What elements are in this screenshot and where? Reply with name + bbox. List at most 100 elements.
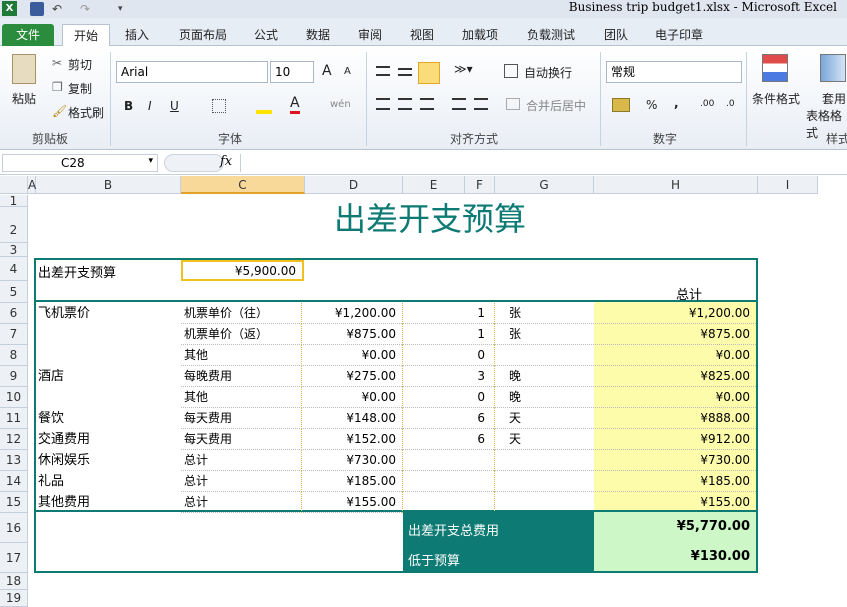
total-cell[interactable]: ¥0.00: [594, 387, 756, 408]
under-budget-value[interactable]: ¥130.00: [594, 549, 756, 564]
tab-review[interactable]: 审阅: [348, 24, 392, 46]
total-cell[interactable]: ¥730.00: [594, 450, 756, 471]
tab-load-test[interactable]: 负载测试: [518, 24, 584, 46]
total-cell[interactable]: ¥875.00: [594, 324, 756, 345]
row-header-2[interactable]: 2: [0, 207, 28, 243]
unit-cell[interactable]: [509, 492, 589, 513]
formula-bar-splitter[interactable]: [164, 154, 224, 172]
unit-price-cell[interactable]: ¥875.00: [305, 324, 403, 345]
save-icon[interactable]: [30, 2, 44, 16]
tab-team[interactable]: 团队: [594, 24, 638, 46]
tab-addins[interactable]: 加载项: [452, 24, 508, 46]
unit-price-cell[interactable]: ¥275.00: [305, 366, 403, 387]
align-center-icon[interactable]: [398, 98, 412, 110]
percent-button[interactable]: %: [646, 98, 657, 112]
unit-cell[interactable]: [509, 345, 589, 366]
italic-button[interactable]: I: [148, 99, 152, 113]
insert-function-icon[interactable]: fx: [220, 154, 232, 169]
paste-button[interactable]: 粘贴: [12, 90, 36, 107]
total-expense-value[interactable]: ¥5,770.00: [594, 519, 756, 534]
accounting-format-icon[interactable]: [612, 98, 630, 112]
unit-cell[interactable]: 张: [509, 303, 589, 324]
increase-indent-icon[interactable]: [474, 98, 488, 110]
unit-cell[interactable]: 晚: [509, 387, 589, 408]
unit-cell[interactable]: [509, 450, 589, 471]
column-header-f[interactable]: F: [465, 176, 495, 194]
unit-cell[interactable]: 天: [509, 429, 589, 450]
redo-icon[interactable]: ↷: [80, 2, 94, 16]
select-all-corner[interactable]: [0, 176, 28, 194]
align-bottom-icon[interactable]: [418, 62, 440, 84]
column-header-h[interactable]: H: [594, 176, 758, 194]
row-header-9[interactable]: 9: [0, 366, 28, 387]
row-header-13[interactable]: 13: [0, 450, 28, 471]
fill-color-icon[interactable]: [256, 98, 272, 114]
format-as-table-line1[interactable]: 套用: [822, 90, 846, 107]
format-painter-button[interactable]: 格式刷: [68, 104, 104, 121]
column-header-a[interactable]: A: [28, 176, 36, 194]
total-cell[interactable]: ¥185.00: [594, 471, 756, 492]
decrease-indent-icon[interactable]: [452, 98, 466, 110]
quantity-cell[interactable]: 3: [465, 366, 495, 387]
unit-cell[interactable]: [509, 471, 589, 492]
underline-button[interactable]: U: [170, 99, 179, 113]
unit-price-cell[interactable]: ¥730.00: [305, 450, 403, 471]
font-size-select[interactable]: 10: [270, 61, 314, 83]
tab-insert[interactable]: 插入: [114, 24, 160, 46]
description-cell[interactable]: 每天费用: [184, 429, 302, 450]
column-header-b[interactable]: B: [36, 176, 181, 194]
align-middle-icon[interactable]: [398, 68, 412, 76]
description-cell[interactable]: 每晚费用: [184, 366, 302, 387]
phonetic-icon[interactable]: wén: [330, 99, 351, 110]
quantity-cell[interactable]: 0: [465, 345, 495, 366]
row-header-3[interactable]: 3: [0, 243, 28, 257]
orientation-icon[interactable]: ≫▾: [454, 62, 473, 76]
row-header-17[interactable]: 17: [0, 543, 28, 573]
quantity-cell[interactable]: 6: [465, 408, 495, 429]
unit-price-cell[interactable]: ¥152.00: [305, 429, 403, 450]
description-cell[interactable]: 总计: [184, 450, 302, 471]
merge-center-button[interactable]: 合并后居中: [526, 97, 586, 114]
tab-formulas[interactable]: 公式: [244, 24, 288, 46]
row-header-16[interactable]: 16: [0, 513, 28, 543]
paste-icon[interactable]: [12, 54, 36, 84]
description-cell[interactable]: 总计: [184, 492, 302, 513]
align-left-icon[interactable]: [376, 98, 390, 110]
unit-price-cell[interactable]: ¥148.00: [305, 408, 403, 429]
budget-value-cell[interactable]: ¥5,900.00: [181, 260, 304, 281]
column-header-d[interactable]: D: [305, 176, 403, 194]
tab-page-layout[interactable]: 页面布局: [168, 24, 238, 46]
font-color-icon[interactable]: A: [290, 96, 300, 114]
unit-cell[interactable]: 天: [509, 408, 589, 429]
tab-file[interactable]: 文件: [2, 24, 54, 46]
row-header-5[interactable]: 5: [0, 281, 28, 303]
row-header-14[interactable]: 14: [0, 471, 28, 492]
column-header-i[interactable]: I: [758, 176, 818, 194]
column-header-g[interactable]: G: [495, 176, 594, 194]
number-format-select[interactable]: 常规: [606, 61, 742, 83]
conditional-format-button[interactable]: 条件格式: [752, 90, 800, 107]
unit-cell[interactable]: 张: [509, 324, 589, 345]
column-header-c[interactable]: C: [181, 176, 305, 194]
quantity-cell[interactable]: [465, 492, 495, 513]
row-header-19[interactable]: 19: [0, 590, 28, 607]
name-box-dropdown-icon[interactable]: ▾: [148, 156, 153, 166]
description-cell[interactable]: 其他: [184, 345, 302, 366]
row-header-15[interactable]: 15: [0, 492, 28, 513]
total-cell[interactable]: ¥0.00: [594, 345, 756, 366]
tab-e-seal[interactable]: 电子印章: [646, 24, 712, 46]
description-cell[interactable]: 每天费用: [184, 408, 302, 429]
undo-icon[interactable]: ↶: [52, 2, 66, 16]
row-header-18[interactable]: 18: [0, 573, 28, 590]
row-header-8[interactable]: 8: [0, 345, 28, 366]
row-header-1[interactable]: 1: [0, 195, 28, 207]
quantity-cell[interactable]: 1: [465, 324, 495, 345]
cut-button[interactable]: 剪切: [68, 56, 92, 73]
quantity-cell[interactable]: [465, 450, 495, 471]
borders-icon[interactable]: [212, 99, 226, 113]
copy-button[interactable]: 复制: [68, 80, 92, 97]
quantity-cell[interactable]: [465, 471, 495, 492]
description-cell[interactable]: 机票单价（返）: [184, 324, 302, 345]
tab-data[interactable]: 数据: [296, 24, 340, 46]
quantity-cell[interactable]: 1: [465, 303, 495, 324]
